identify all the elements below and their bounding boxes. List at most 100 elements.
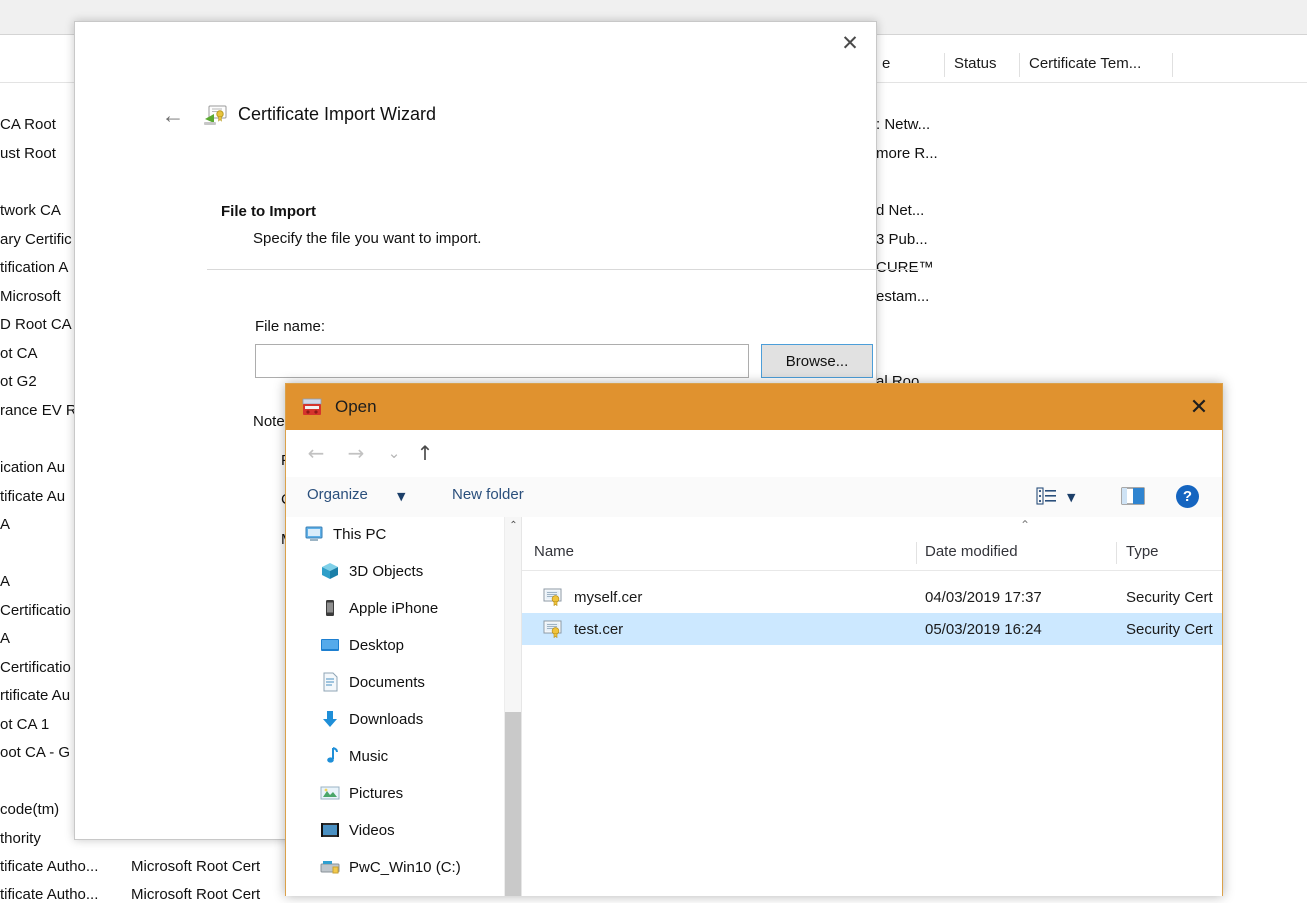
mmc-col-header-0[interactable]: e [872, 46, 944, 82]
recent-locations-button[interactable]: ⌄ [381, 440, 407, 466]
nav-item-apple-iphone[interactable]: Apple iPhone [320, 591, 438, 625]
navigation-pane-scrollbar[interactable]: ⌃ [504, 517, 522, 896]
nav-item-music[interactable]: Music [320, 739, 388, 773]
mmc-right-row-1[interactable]: more R... [876, 145, 938, 162]
file-list-pane: ⌃ Name Date modified Type myself.cer 04/… [522, 517, 1222, 896]
forward-button[interactable]: → [343, 440, 369, 466]
mmc-cert-row-14[interactable]: Certificatio [0, 602, 71, 619]
organize-button[interactable]: Organize [307, 486, 368, 503]
cube-icon [320, 561, 340, 581]
mmc-issuer-row-1[interactable]: Microsoft Root Cert [131, 886, 260, 903]
mmc-cert-row-20[interactable]: code(tm) [0, 801, 59, 818]
open-dialog-navbar: ← → ⌄ ↑ « Local Disk (E:) › cer_demo ⌄ ↻… [286, 430, 1222, 514]
close-icon[interactable]: ✕ [827, 23, 873, 63]
nav-item-pwc-win10-c[interactable]: PwC_Win10 (C:) [320, 850, 461, 884]
monitor-icon [304, 524, 324, 544]
phone-icon [320, 598, 340, 618]
wizard-titlebar: ✕ [75, 22, 874, 68]
mmc-cert-row-21[interactable]: thority [0, 830, 41, 847]
column-header-type[interactable]: Type [1126, 534, 1159, 570]
open-dialog-title: Open [335, 397, 377, 416]
mmc-cert-row-0[interactable]: CA Root [0, 116, 56, 133]
mmc-cert-row-17[interactable]: rtificate Au [0, 687, 70, 704]
certificate-import-icon [203, 102, 228, 127]
column-header-name[interactable]: Name [534, 534, 574, 570]
mmc-cert-row-9[interactable]: rance EV R [0, 402, 77, 419]
mmc-cert-row-5[interactable]: Microsoft [0, 288, 61, 305]
table-row[interactable]: test.cer 05/03/2019 16:24 Security Cert [522, 613, 1222, 645]
mmc-cert-row-1[interactable]: ust Root [0, 145, 56, 162]
close-icon[interactable]: ✕ [1176, 384, 1222, 430]
wizard-title: Certificate Import Wizard [238, 104, 437, 124]
picture-icon [320, 783, 340, 803]
column-divider-1[interactable] [1116, 542, 1117, 564]
up-button[interactable]: ↑ [412, 440, 438, 466]
table-row[interactable]: myself.cer 04/03/2019 17:37 Security Cer… [522, 581, 1222, 613]
mmc-cert-row-4[interactable]: tification A [0, 259, 68, 276]
file-list-header: Name Date modified Type [522, 534, 1222, 571]
column-divider-0[interactable] [916, 542, 917, 564]
mmc-right-row-2[interactable]: d Net... [876, 202, 924, 219]
view-list-icon[interactable] [1036, 486, 1058, 506]
preview-pane-icon[interactable] [1121, 486, 1145, 506]
music-note-icon [320, 746, 340, 766]
nav-item-pictures[interactable]: Pictures [320, 776, 403, 810]
scroll-up-icon[interactable]: ⌃ [505, 517, 522, 534]
file-date: 04/03/2019 17:37 [925, 588, 1042, 606]
scrollbar-thumb[interactable] [505, 712, 522, 896]
back-arrow-icon[interactable]: ← [159, 102, 187, 130]
mmc-cert-row-18[interactable]: ot CA 1 [0, 716, 49, 733]
back-button[interactable]: ← [303, 440, 329, 466]
desktop-icon [320, 635, 340, 655]
file-name: myself.cer [574, 588, 643, 606]
mmc-right-row-0[interactable]: : Netw... [876, 116, 930, 133]
nav-item-videos[interactable]: Videos [320, 813, 395, 847]
help-icon[interactable]: ? [1176, 485, 1199, 508]
mmc-cert-row-23[interactable]: tificate Autho... [0, 886, 98, 903]
nav-item-desktop[interactable]: Desktop [320, 628, 404, 662]
nav-label: This PC [333, 525, 387, 543]
mmc-right-row-3[interactable]: 3 Pub... [876, 231, 928, 248]
wizard-subheading: Specify the file you want to import. [253, 230, 482, 247]
mmc-cert-row-10[interactable]: ication Au [0, 459, 65, 476]
mmc-cert-row-8[interactable]: ot G2 [0, 373, 37, 390]
nav-label: PwC_Win10 (C:) [349, 858, 461, 876]
file-type: Security Cert [1126, 588, 1213, 606]
nav-label: Videos [349, 821, 395, 839]
file-name-input[interactable] [255, 344, 749, 378]
mmc-cert-row-13[interactable]: A [0, 573, 10, 590]
mmc-cert-row-3[interactable]: ary Certific [0, 231, 72, 248]
mmc-col-divider-2[interactable] [1172, 53, 1173, 77]
mmc-cert-row-12[interactable]: A [0, 516, 10, 533]
nav-item-3d-objects[interactable]: 3D Objects [320, 554, 423, 588]
mmc-issuer-row-0[interactable]: Microsoft Root Cert [131, 858, 260, 875]
drive-icon [320, 857, 340, 877]
mmc-cert-row-15[interactable]: A [0, 630, 10, 647]
mmc-cert-row-16[interactable]: Certificatio [0, 659, 71, 676]
mmc-cert-row-19[interactable]: oot CA - G [0, 744, 70, 761]
nav-label: 3D Objects [349, 562, 424, 580]
open-dialog-titlebar[interactable]: Open ✕ [286, 384, 1222, 430]
chevron-down-icon[interactable]: ▼ [397, 490, 405, 503]
nav-item-this-pc[interactable]: This PC [304, 517, 386, 551]
mmc-cert-row-6[interactable]: D Root CA [0, 316, 72, 333]
video-icon [320, 820, 340, 840]
mmc-cert-row-22[interactable]: tificate Autho... [0, 858, 98, 875]
mmc-right-row-4[interactable]: CURE™ [876, 259, 934, 276]
certificate-file-icon [543, 588, 565, 607]
mmc-right-row-5[interactable]: estam... [876, 288, 929, 305]
nav-label: Downloads [349, 710, 424, 728]
column-header-date-modified[interactable]: Date modified [925, 534, 1018, 570]
chevron-down-icon[interactable]: ▼ [1067, 491, 1075, 504]
mmc-cert-row-7[interactable]: ot CA [0, 345, 38, 362]
nav-label: Documents [349, 673, 425, 691]
new-folder-button[interactable]: New folder [452, 486, 524, 503]
navigation-pane: This PC 3D Objects Apple iPhone Desktop [286, 517, 504, 896]
mmc-cert-row-11[interactable]: tificate Au [0, 488, 65, 505]
nav-item-documents[interactable]: Documents [320, 665, 425, 699]
mmc-col-header-2[interactable]: Certificate Tem... [1019, 46, 1193, 82]
nav-item-downloads[interactable]: Downloads [320, 702, 423, 736]
mmc-cert-row-2[interactable]: twork CA [0, 202, 61, 219]
nav-label: Pictures [349, 784, 404, 802]
browse-button[interactable]: Browse... [761, 344, 873, 378]
